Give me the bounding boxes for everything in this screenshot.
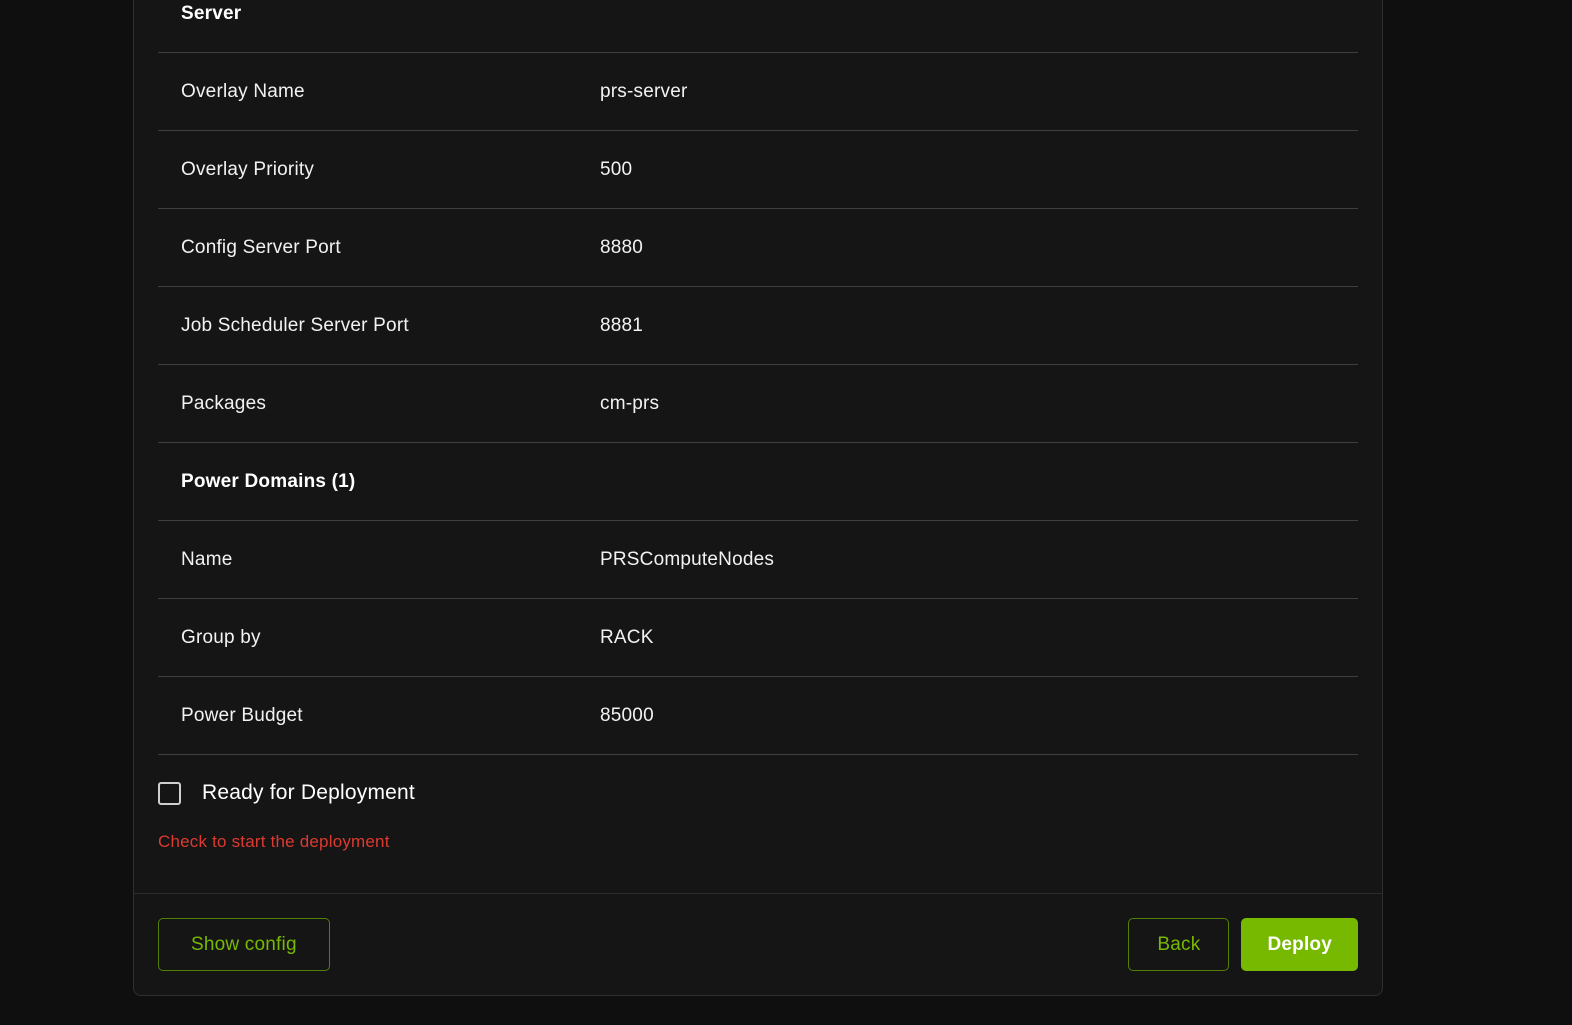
- section-header-server: Server: [158, 0, 1358, 53]
- deployment-helper-text: Check to start the deployment: [158, 832, 390, 851]
- row-value: cm-prs: [600, 392, 660, 414]
- section-title: Power Domains (1): [181, 470, 356, 492]
- row-value: 8880: [600, 236, 644, 258]
- show-config-button[interactable]: Show config: [158, 918, 330, 971]
- ready-for-deployment-control[interactable]: Ready for Deployment: [158, 781, 1358, 805]
- deployment-summary-panel: Server Overlay Name prs-server Overlay P…: [133, 0, 1383, 996]
- summary-row-power-budget: Power Budget 85000: [158, 677, 1358, 755]
- back-button[interactable]: Back: [1128, 918, 1230, 971]
- wizard-footer: Show config Back Deploy: [134, 893, 1382, 995]
- row-value: RACK: [600, 626, 654, 648]
- row-label: Name: [181, 548, 233, 570]
- section-title: Server: [181, 2, 242, 24]
- row-label: Group by: [181, 626, 261, 648]
- summary-row-config-server-port: Config Server Port 8880: [158, 209, 1358, 287]
- summary-rows: Server Overlay Name prs-server Overlay P…: [158, 0, 1358, 755]
- summary-row-group-by: Group by RACK: [158, 599, 1358, 677]
- row-label: Overlay Priority: [181, 158, 315, 180]
- row-value: PRSComputeNodes: [600, 548, 775, 570]
- row-value: 85000: [600, 704, 654, 726]
- summary-row-packages: Packages cm-prs: [158, 365, 1358, 443]
- row-label: Config Server Port: [181, 236, 341, 258]
- ready-for-deployment-label: Ready for Deployment: [202, 781, 415, 804]
- ready-for-deployment-section: Ready for Deployment: [158, 781, 1358, 805]
- summary-row-overlay-name: Overlay Name prs-server: [158, 53, 1358, 131]
- row-value: 500: [600, 158, 633, 180]
- deploy-button[interactable]: Deploy: [1241, 918, 1358, 971]
- row-value: 8881: [600, 314, 644, 336]
- summary-row-power-domain-name: Name PRSComputeNodes: [158, 521, 1358, 599]
- row-label: Job Scheduler Server Port: [181, 314, 409, 336]
- row-value: prs-server: [600, 80, 688, 102]
- row-label: Power Budget: [181, 704, 303, 726]
- row-label: Packages: [181, 392, 267, 414]
- summary-row-job-scheduler-server-port: Job Scheduler Server Port 8881: [158, 287, 1358, 365]
- summary-row-overlay-priority: Overlay Priority 500: [158, 131, 1358, 209]
- section-header-power-domains: Power Domains (1): [158, 443, 1358, 521]
- row-label: Overlay Name: [181, 80, 305, 102]
- ready-for-deployment-checkbox[interactable]: [158, 781, 181, 805]
